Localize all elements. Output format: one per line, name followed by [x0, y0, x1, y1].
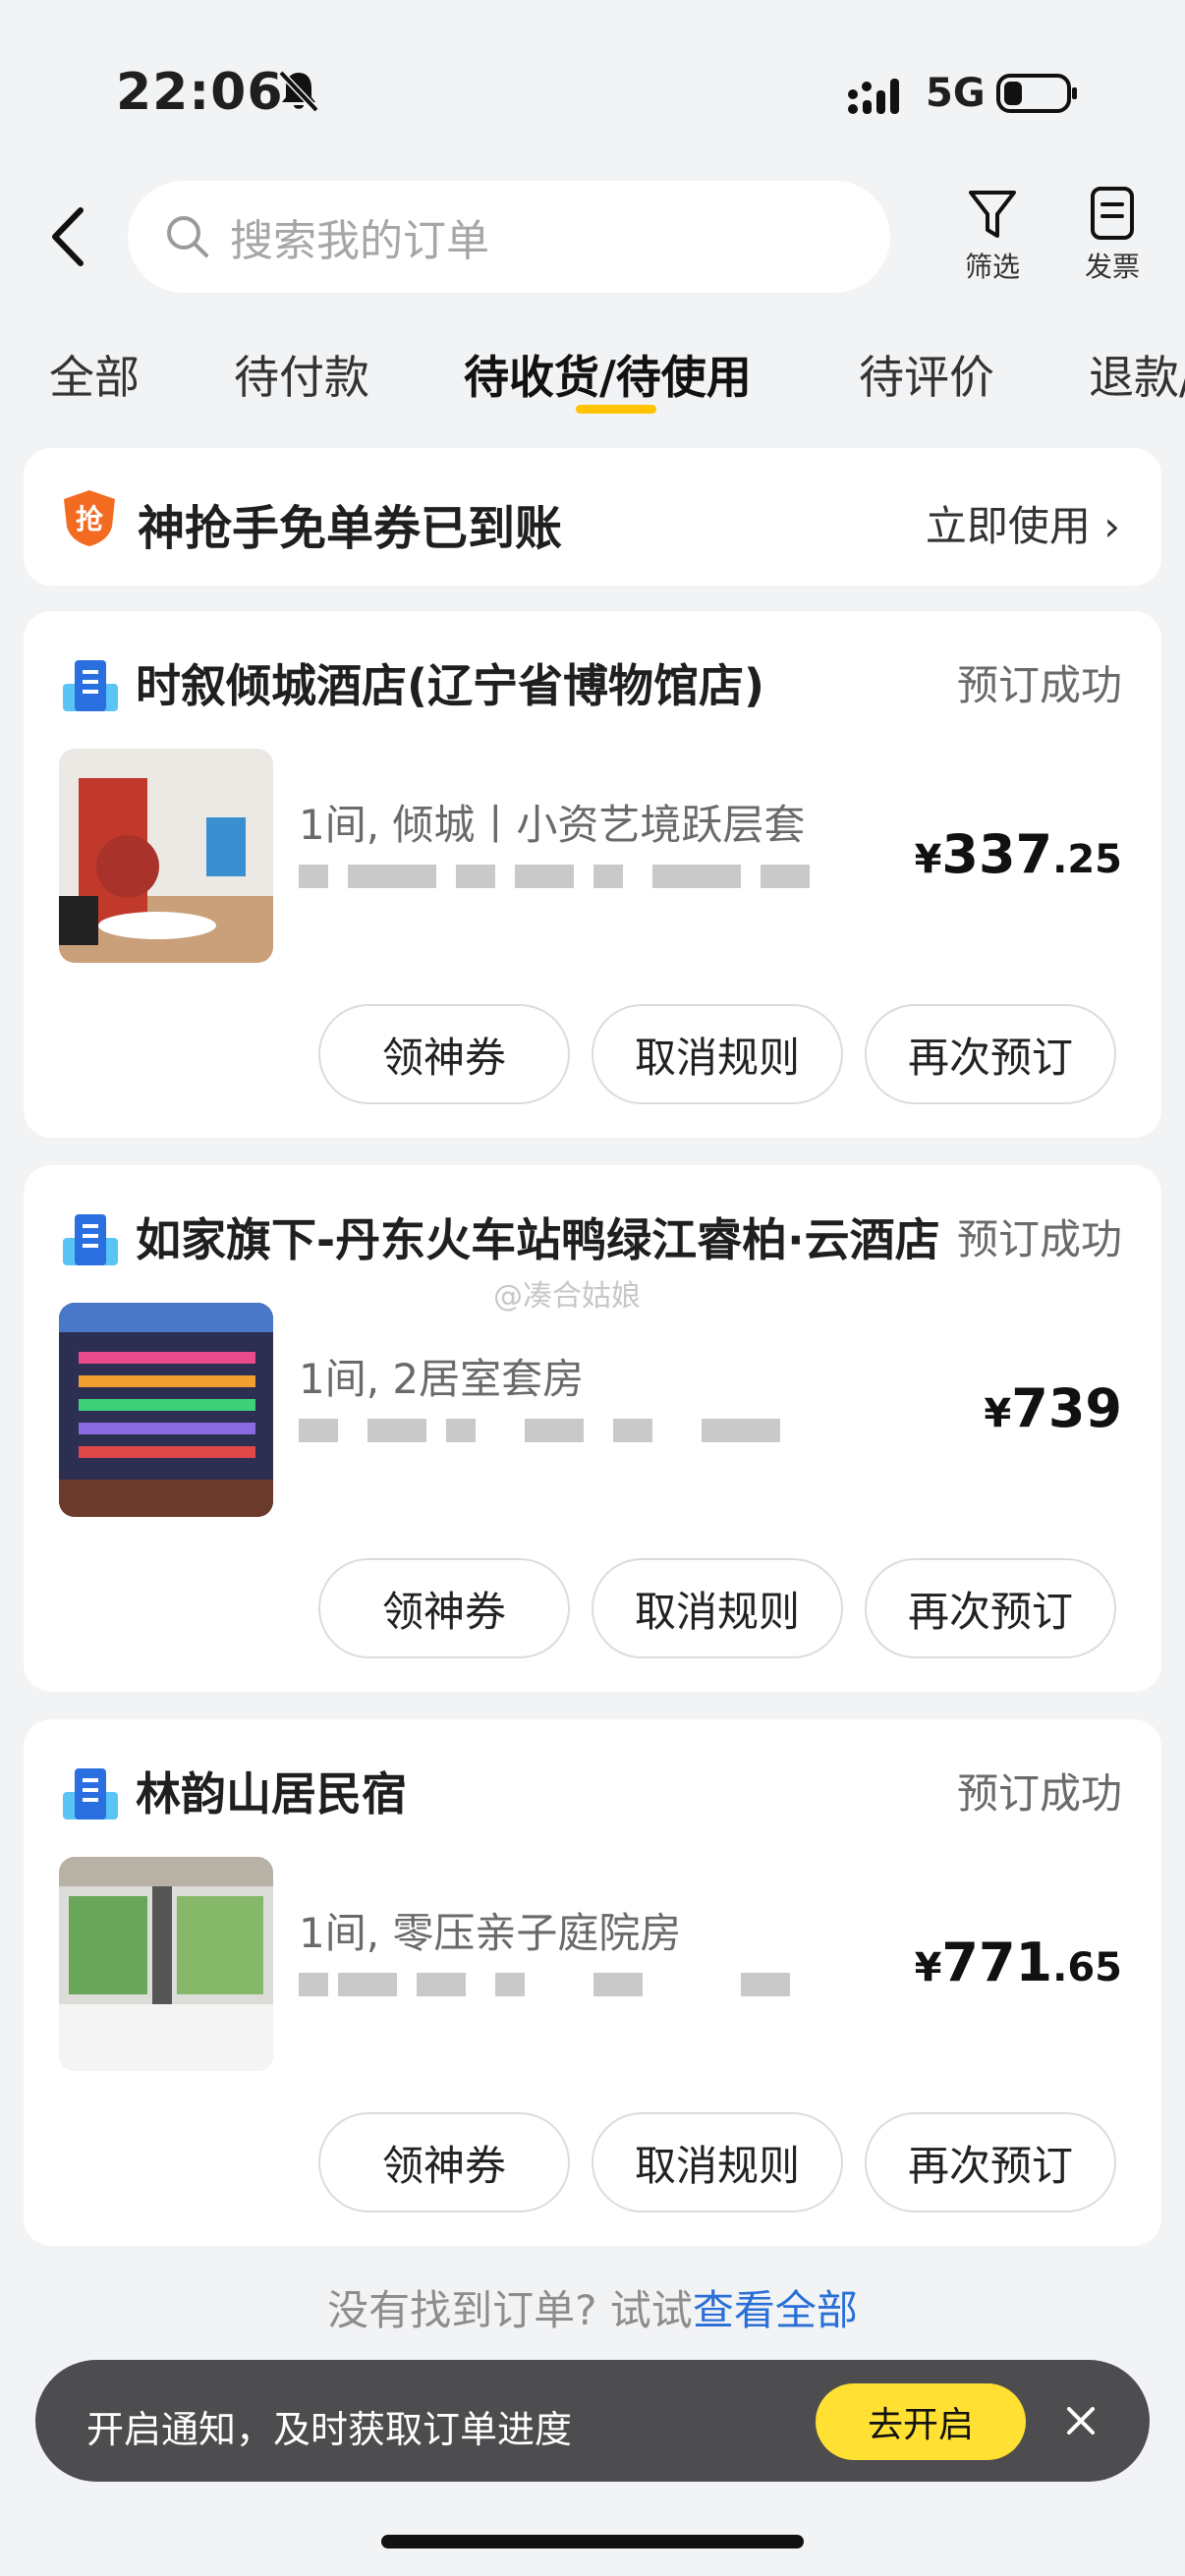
cancel-policy-button[interactable]: 取消规则 — [592, 1004, 843, 1104]
footer-hint-text: 没有找到订单? 试试 — [327, 2286, 693, 2334]
view-all-link[interactable]: 查看全部 — [693, 2286, 858, 2334]
cancel-policy-button[interactable]: 取消规则 — [592, 2112, 843, 2212]
footer-hint: 没有找到订单? 试试查看全部 — [0, 2277, 1185, 2337]
room-info: 1间, 2居室套房 — [299, 1355, 585, 1403]
filter-label: 筛选 — [964, 251, 1020, 283]
order-card[interactable]: 如家旗下-丹东火车站鸭绿江睿柏·云酒店 预订成功 1间, 2居室套房 ¥739 … — [24, 1165, 1161, 1692]
tab-pending-review[interactable]: 待评价 — [859, 342, 994, 407]
coupon-use-now-link[interactable]: 立即使用 › — [926, 493, 1120, 553]
get-coupon-button[interactable]: 领神券 — [318, 1558, 570, 1658]
redacted-dates — [299, 1965, 810, 1998]
close-icon[interactable] — [1061, 2401, 1100, 2440]
tab-all[interactable]: 全部 — [49, 342, 140, 407]
hotel-photo — [59, 1857, 273, 2071]
get-coupon-button[interactable]: 领神券 — [318, 2112, 570, 2212]
order-price: ¥337.25 — [915, 823, 1122, 885]
order-tabs: 全部 待付款 待收货/待使用 待评价 退款/ — [0, 334, 1185, 422]
tab-pending-payment[interactable]: 待付款 — [234, 342, 369, 407]
bell-off-icon — [278, 70, 319, 113]
order-card[interactable]: 时叙倾城酒店(辽宁省博物馆店) 预订成功 1间, 倾城丨小资艺境跃层套 ¥337… — [24, 611, 1161, 1138]
hotel-building-icon — [63, 660, 118, 711]
invoice-label: 发票 — [1084, 251, 1140, 283]
hotel-name[interactable]: 如家旗下-丹东火车站鸭绿江睿柏·云酒店 — [136, 1204, 941, 1269]
hotel-photo — [59, 1303, 273, 1517]
invoice-icon — [1091, 187, 1134, 240]
coupon-cta-label: 立即使用 — [925, 502, 1091, 550]
notification-prompt: 开启通知，及时获取订单进度 去开启 — [35, 2360, 1150, 2482]
search-icon — [167, 216, 208, 257]
rebook-button[interactable]: 再次预订 — [865, 1558, 1116, 1658]
price-integer: 739 — [1011, 1377, 1122, 1439]
order-price: ¥739 — [984, 1377, 1122, 1439]
battery-icon — [996, 74, 1077, 113]
tab-refund[interactable]: 退款/ — [1089, 342, 1185, 407]
coupon-text: 神抢手免单券已到账 — [138, 501, 563, 556]
home-indicator — [381, 2535, 804, 2548]
cancel-policy-button[interactable]: 取消规则 — [592, 1558, 843, 1658]
rebook-button[interactable]: 再次预订 — [865, 2112, 1116, 2212]
price-decimal: .25 — [1052, 837, 1122, 882]
price-decimal: .65 — [1052, 1945, 1122, 1990]
search-placeholder: 搜索我的订单 — [230, 216, 489, 266]
coupon-banner[interactable]: 抢 神抢手免单券已到账 立即使用 › — [24, 448, 1161, 586]
price-integer: 771 — [941, 1932, 1053, 1993]
svg-text:抢: 抢 — [76, 503, 104, 535]
chevron-right-icon: › — [1103, 502, 1120, 550]
room-info: 1间, 倾城丨小资艺境跃层套 — [299, 801, 806, 849]
enable-notifications-button[interactable]: 去开启 — [816, 2383, 1026, 2460]
order-card[interactable]: 林韵山居民宿 预订成功 1间, 零压亲子庭院房 ¥771.65 领神券 取消规则… — [24, 1719, 1161, 2246]
status-bar: 22:06 5G — [0, 0, 1185, 187]
hotel-photo — [59, 749, 273, 963]
rebook-button[interactable]: 再次预订 — [865, 1004, 1116, 1104]
hotel-name[interactable]: 林韵山居民宿 — [136, 1759, 951, 1823]
price-integer: 337 — [941, 823, 1053, 885]
get-coupon-button[interactable]: 领神券 — [318, 1004, 570, 1104]
chevron-left-icon[interactable] — [43, 202, 92, 271]
hotel-building-icon — [63, 1214, 118, 1265]
coupon-shield-icon: 抢 — [64, 490, 115, 546]
filter-icon — [969, 191, 1016, 238]
order-status: 预订成功 — [956, 661, 1122, 709]
price-currency: ¥ — [914, 1945, 942, 1990]
filter-button[interactable]: 筛选 — [943, 185, 1042, 293]
notification-text: 开启通知，及时获取订单进度 — [86, 2408, 573, 2451]
room-info: 1间, 零压亲子庭院房 — [299, 1909, 682, 1957]
tab-pending-use[interactable]: 待收货/待使用 — [464, 342, 752, 407]
active-tab-indicator — [576, 405, 656, 414]
hotel-name[interactable]: 时叙倾城酒店(辽宁省博物馆店) — [136, 650, 951, 715]
order-price: ¥771.65 — [915, 1932, 1122, 1993]
redacted-dates — [299, 1411, 810, 1444]
order-status: 预订成功 — [956, 1215, 1122, 1263]
watermark: @凑合姑娘 — [493, 1279, 641, 1314]
signal-icon — [848, 79, 899, 114]
network-type: 5G — [926, 71, 986, 116]
hotel-building-icon — [63, 1768, 118, 1820]
order-status: 预订成功 — [956, 1769, 1122, 1818]
status-time: 22:06 — [116, 63, 284, 122]
price-currency: ¥ — [984, 1391, 1012, 1436]
price-currency: ¥ — [914, 837, 942, 882]
header: 搜索我的订单 筛选 发票 — [0, 177, 1185, 295]
search-input[interactable]: 搜索我的订单 — [128, 181, 890, 293]
redacted-dates — [299, 857, 810, 890]
invoice-button[interactable]: 发票 — [1063, 185, 1161, 293]
